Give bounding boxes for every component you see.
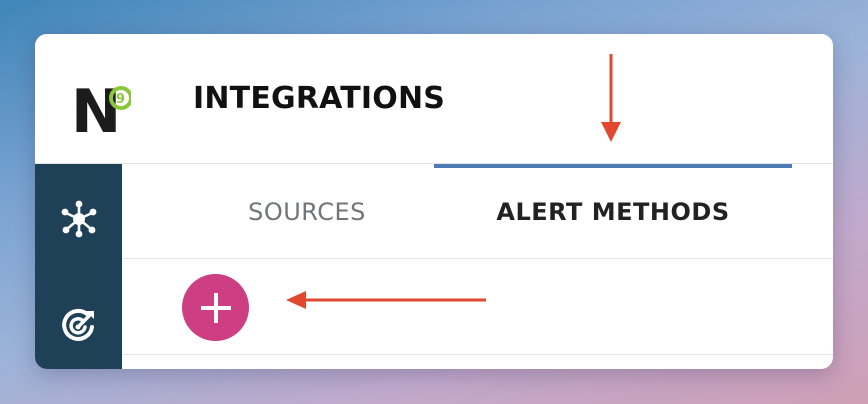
sidebar-item-objectives[interactable] — [35, 296, 122, 356]
content-divider — [122, 354, 833, 355]
header: N 9 INTEGRATIONS — [35, 34, 833, 164]
plus-icon — [200, 292, 231, 323]
tab-sources[interactable]: SOURCES — [182, 164, 432, 260]
integrations-panel: N 9 INTEGRATIONS SOURCES ALERT METHODS — [35, 34, 833, 369]
annotation-arrow-left-icon — [286, 291, 486, 309]
tabs-divider — [122, 258, 833, 259]
target-rocket-icon — [61, 308, 94, 341]
active-tab-indicator — [434, 164, 792, 168]
logo-badge: 9 — [116, 92, 125, 107]
page-title: INTEGRATIONS — [193, 81, 446, 116]
sidebar-item-integrations[interactable] — [35, 189, 122, 249]
sidebar — [35, 164, 122, 369]
network-hub-icon — [61, 200, 96, 238]
add-alert-method-button[interactable] — [182, 274, 249, 341]
logo-icon: N 9 — [71, 86, 131, 134]
tab-bar: SOURCES ALERT METHODS — [122, 164, 833, 260]
tab-alert-methods[interactable]: ALERT METHODS — [434, 164, 792, 260]
annotation-arrow-down-icon — [601, 54, 621, 142]
